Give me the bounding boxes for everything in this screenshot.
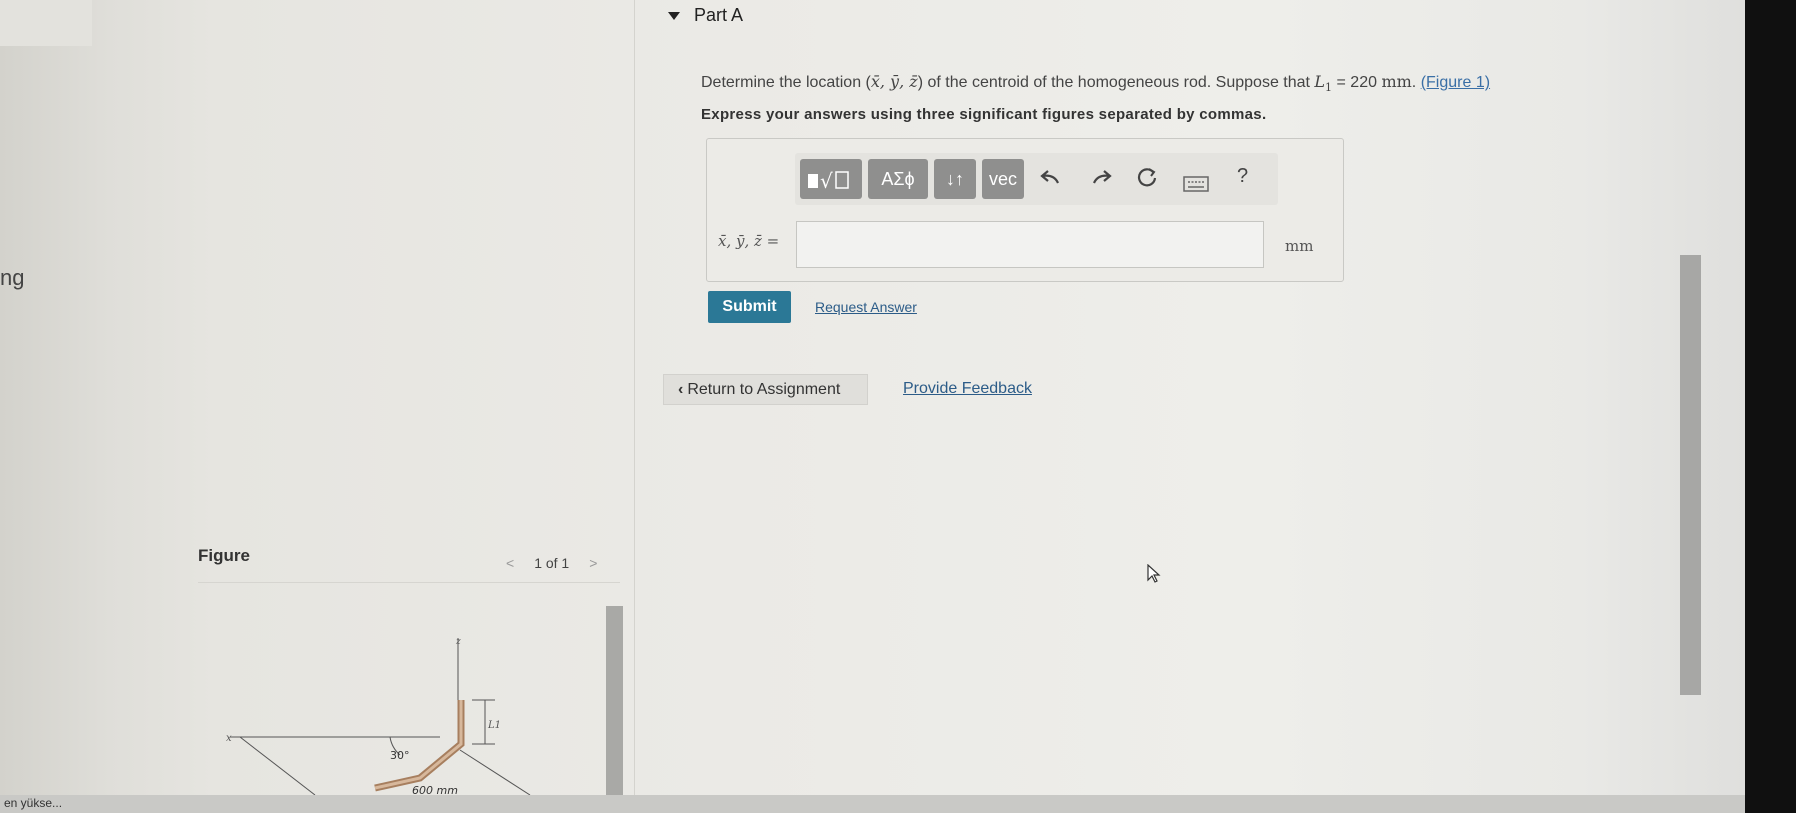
keyboard-icon[interactable] xyxy=(1183,176,1209,192)
left-panel-box xyxy=(0,0,92,46)
help-icon[interactable]: ? xyxy=(1237,165,1248,188)
vec-button[interactable]: vec xyxy=(982,159,1024,199)
reset-icon[interactable] xyxy=(1135,165,1159,189)
param-value: = 220 xyxy=(1336,74,1377,91)
request-answer-link[interactable]: Request Answer xyxy=(815,299,917,315)
page-scrollbar[interactable] xyxy=(1680,255,1701,695)
submit-button[interactable]: Submit xyxy=(708,291,791,323)
undo-icon[interactable] xyxy=(1040,165,1062,187)
part-a-title: Part A xyxy=(694,5,744,25)
axis-x-label: x xyxy=(226,733,232,744)
param-name: L1 xyxy=(1314,72,1333,95)
rod-figure: z x L1 30° 600 mm xyxy=(226,637,531,795)
instructions: Express your answers using three signifi… xyxy=(701,106,1267,123)
panel-divider xyxy=(634,0,635,813)
provide-feedback-link[interactable]: Provide Feedback xyxy=(903,380,1032,398)
taskbar-text: en yükse... xyxy=(4,796,63,810)
templates-button[interactable]: √ xyxy=(800,159,862,199)
collapse-triangle-icon[interactable] xyxy=(668,11,680,20)
templates-icon: √ xyxy=(808,169,849,192)
dimension-label: 600 mm xyxy=(412,784,458,795)
answer-unit: mm xyxy=(1285,237,1314,255)
screen-bezel xyxy=(1745,0,1796,813)
svg-text:√: √ xyxy=(820,169,833,192)
pager-count: 1 of 1 xyxy=(534,555,570,571)
question-vars: x̄, ȳ, z̄ xyxy=(870,72,918,91)
question-text-end: . xyxy=(1411,74,1417,91)
taskbar xyxy=(0,795,1745,813)
param-unit: mm xyxy=(1381,72,1412,91)
figure-title: Figure xyxy=(198,546,250,565)
part-a-header[interactable]: Part A xyxy=(668,5,743,26)
answer-label: x̄, ȳ, z̄ = xyxy=(718,232,780,250)
l1-label: L1 xyxy=(487,720,501,731)
redo-icon[interactable] xyxy=(1090,165,1112,187)
left-panel xyxy=(0,0,110,813)
figure-scrollbar[interactable] xyxy=(606,606,623,813)
next-figure-icon[interactable]: > xyxy=(589,555,597,571)
return-to-assignment-button[interactable]: ‹ Return to Assignment xyxy=(663,374,868,405)
mouse-cursor-icon xyxy=(1147,564,1161,583)
left-partial-text: ng xyxy=(0,265,25,290)
greek-button[interactable]: ΑΣϕ xyxy=(868,159,928,199)
answer-input[interactable] xyxy=(796,221,1264,268)
question-text: Determine the location (x̄, ȳ, z̄) of th… xyxy=(701,72,1490,94)
prev-figure-icon[interactable]: < xyxy=(506,555,514,571)
question-text-middle: ) of the centroid of the homogeneous rod… xyxy=(917,74,1310,91)
figure-link[interactable]: (Figure 1) xyxy=(1421,74,1490,91)
chevron-left-icon: ‹ xyxy=(678,380,684,398)
axis-z-label: z xyxy=(455,637,461,647)
angle-label: 30° xyxy=(390,749,410,762)
arrows-button[interactable]: ↓↑ xyxy=(934,159,976,199)
return-label: Return to Assignment xyxy=(687,380,841,398)
figure-pager: < 1 of 1 > xyxy=(506,555,597,571)
question-text-start: Determine the location ( xyxy=(701,74,871,91)
figure-separator xyxy=(198,582,620,583)
